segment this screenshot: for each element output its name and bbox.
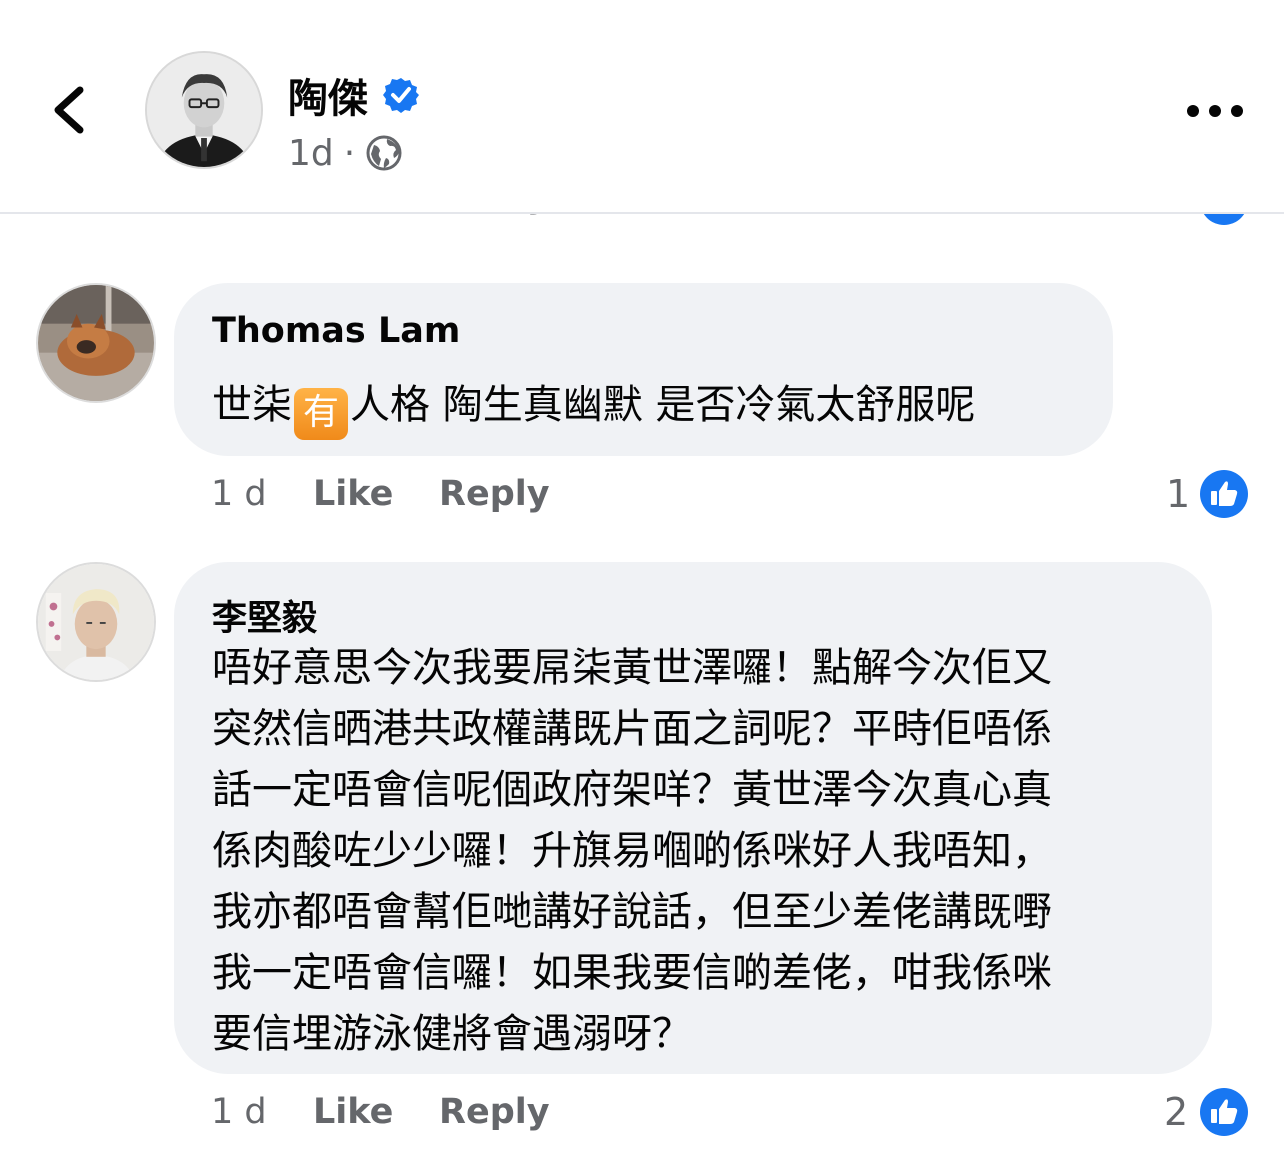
comment-text: 世柒有人格 陶生真幽默 是否冷氣太舒服呢	[212, 375, 975, 440]
verified-badge-icon	[383, 78, 419, 113]
like-count: 2	[1164, 1090, 1189, 1134]
meta-separator: ·	[343, 132, 356, 174]
comment-time: 1 d	[211, 1092, 267, 1132]
post-time: 1d	[288, 132, 334, 174]
comment-line: 我亦都唔會幫佢哋講好說話，但至少差佬講既嘢	[212, 889, 1052, 935]
like-count: 1	[1166, 472, 1191, 516]
commenter-name[interactable]: Thomas Lam	[212, 311, 460, 351]
comment-line: 突然信晒港共政權講既片面之詞呢？平時佢唔係	[212, 706, 1052, 752]
author-row: 陶傑	[288, 66, 420, 124]
post-header: 陶傑 1d ·	[0, 0, 1284, 214]
commenter-name[interactable]: 李堅毅	[212, 590, 317, 641]
more-options-button[interactable]	[1183, 86, 1247, 136]
reply-link[interactable]: Reply	[439, 474, 550, 514]
comment-bubble: Thomas Lam 世柒有人格 陶生真幽默 是否冷氣太舒服呢	[174, 283, 1113, 456]
comment-time: 1 d	[211, 474, 267, 514]
comment-bubble: 李堅毅 唔好意思今次我要屌柒黃世澤囉！點解今次佢又 突然信晒港共政權講既片面之詞…	[174, 562, 1212, 1074]
comment-line: 話一定唔會信呢個政府架咩？黃世澤今次真心真	[212, 767, 1052, 813]
author-avatar[interactable]	[145, 51, 263, 169]
commenter-avatar[interactable]	[36, 562, 156, 682]
comment-line: 我一定唔會信囉！如果我要信啲差佬，咁我係咪	[212, 950, 1052, 996]
comment-text-part: 人格 陶生真幽默 是否冷氣太舒服呢	[350, 382, 976, 428]
back-button[interactable]	[40, 78, 104, 142]
commenter-avatar[interactable]	[36, 283, 156, 403]
comment-line: 要信埋游泳健將會遇溺呀？	[212, 1011, 692, 1057]
reply-link[interactable]: Reply	[439, 1092, 550, 1132]
comment-line: 世柒有人格 陶生真幽默 是否冷氣太舒服呢	[212, 375, 975, 440]
like-reaction-icon	[1199, 1087, 1249, 1137]
like-reaction-icon	[1199, 469, 1249, 519]
more-options-icon	[1187, 105, 1243, 117]
like-link[interactable]: Like	[313, 1092, 393, 1132]
like-link[interactable]: Like	[313, 474, 393, 514]
you-have-emoji-icon: 有	[294, 388, 348, 440]
comments-screen: 1 d Like Reply 1	[0, 0, 1284, 1161]
globe-icon	[366, 135, 402, 171]
comment-line: 係肉酸咗少少囉！升旗易嗰啲係咪好人我唔知，	[212, 828, 1052, 874]
comment-text-part: 世柒	[212, 382, 292, 428]
comment-line: 唔好意思今次我要屌柒黃世澤囉！點解今次佢又	[212, 645, 1052, 691]
comment-text: 唔好意思今次我要屌柒黃世澤囉！點解今次佢又 突然信晒港共政權講既片面之詞呢？平時…	[212, 638, 1052, 1065]
author-name[interactable]: 陶傑	[288, 66, 368, 124]
back-chevron-icon	[54, 86, 84, 134]
post-meta: 1d ·	[288, 130, 403, 176]
